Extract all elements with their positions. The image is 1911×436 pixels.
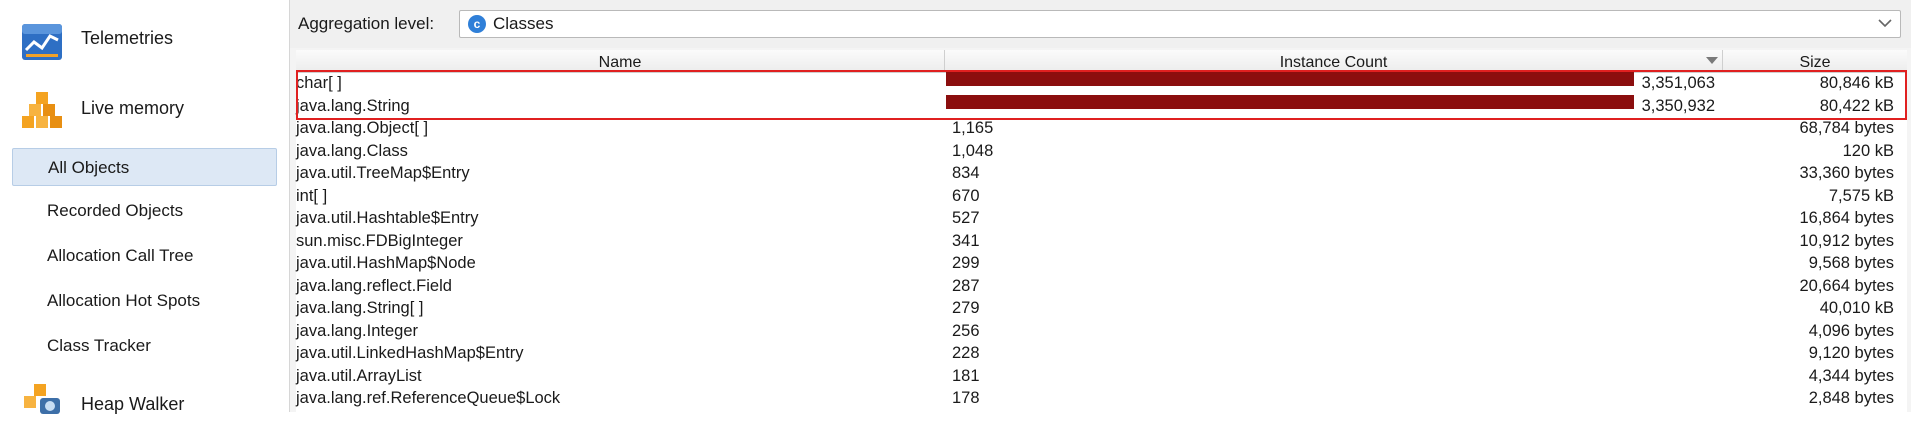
cell-name: java.lang.Object[ ] bbox=[296, 119, 429, 137]
cell-name: java.lang.reflect.Field bbox=[296, 276, 452, 295]
sort-descending-icon bbox=[1706, 57, 1718, 64]
chevron-down-icon bbox=[1878, 19, 1892, 28]
table-row[interactable]: java.util.LinkedHashMap$Entry 228 9,120 by… bbox=[296, 342, 1907, 365]
cell-instance-count: 341 bbox=[952, 231, 980, 250]
cell-size: 9,568 bytes bbox=[1808, 254, 1894, 272]
main-panel: Aggregation level: c Classes Name Instan… bbox=[290, 0, 1911, 412]
cell-size: 16,864 bytes bbox=[1799, 209, 1895, 227]
cell-name: java.lang.String[ ] bbox=[296, 299, 424, 317]
cell-size: 120 kB bbox=[1842, 141, 1894, 160]
cell-instance-count: 178 bbox=[952, 389, 980, 407]
cell-size: 10,912 bytes bbox=[1799, 231, 1895, 250]
cell-name: sun.misc.FDBigInteger bbox=[296, 231, 463, 250]
table-row[interactable]: java.lang.Integer 256 4,096 bytes bbox=[296, 320, 1907, 343]
column-header-size[interactable]: Size bbox=[1723, 50, 1907, 72]
cell-size: 2,848 bytes bbox=[1808, 389, 1894, 407]
cell-size: 40,010 kB bbox=[1819, 299, 1894, 317]
instance-count-bar bbox=[946, 94, 1634, 109]
aggregation-level-select[interactable]: c Classes bbox=[459, 10, 1901, 38]
cell-name: java.lang.String bbox=[296, 96, 410, 115]
sidebar-item-all-objects[interactable]: All Objects bbox=[12, 148, 277, 186]
cell-name: java.lang.Class bbox=[296, 141, 408, 160]
sidebar-item-allocation-hot-spots[interactable]: Allocation Hot Spots bbox=[12, 282, 277, 320]
cell-instance-count: 287 bbox=[952, 276, 980, 295]
cell-instance-count: 279 bbox=[952, 299, 980, 317]
cell-size: 7,575 kB bbox=[1828, 186, 1894, 205]
cell-size: 20,664 bytes bbox=[1799, 276, 1895, 295]
cell-name: char[ ] bbox=[296, 74, 342, 92]
table-row[interactable]: java.util.HashMap$Node 299 9,568 bytes bbox=[296, 252, 1907, 275]
cell-name: java.util.TreeMap$Entry bbox=[296, 164, 470, 182]
cell-instance-count: 1,165 bbox=[952, 119, 994, 137]
cell-name: int[ ] bbox=[296, 186, 328, 205]
live-memory-label: Live memory bbox=[81, 98, 185, 118]
cell-name: java.util.Hashtable$Entry bbox=[296, 209, 479, 227]
cell-size: 33,360 bytes bbox=[1799, 164, 1895, 182]
table-row[interactable]: java.lang.Class 1,048 120 kB bbox=[296, 140, 1907, 163]
table-row[interactable]: java.lang.ref.ReferenceQueue$Lock 178 2,84… bbox=[296, 387, 1907, 410]
sidebar: Telemetries Live memory All Objects Reco… bbox=[0, 0, 290, 414]
cell-name: java.lang.Integer bbox=[296, 321, 419, 340]
table-row[interactable]: java.util.TreeMap$Entry 834 33,360 bytes bbox=[296, 162, 1907, 185]
table-row[interactable]: java.lang.String 3,350,932 80,422 kB bbox=[296, 94, 1907, 118]
table-row[interactable]: java.lang.reflect.Field 287 20,664 bytes bbox=[296, 275, 1907, 298]
telemetry-chart-icon bbox=[22, 24, 62, 60]
memory-blocks-icon bbox=[22, 92, 62, 128]
table-header: Name Instance Count Size bbox=[296, 50, 1907, 73]
table-row[interactable]: java.lang.Object[ ] 1,165 68,784 bytes bbox=[296, 117, 1907, 140]
cell-name: java.util.LinkedHashMap$Entry bbox=[296, 344, 524, 362]
instance-count-bar bbox=[946, 72, 1634, 86]
table-row[interactable]: sun.misc.FDBigInteger 341 10,912 bytes bbox=[296, 230, 1907, 253]
heap-walker-icon bbox=[24, 384, 60, 414]
aggregation-level-value: Classes bbox=[493, 14, 554, 33]
cell-instance-count: 3,350,932 bbox=[1641, 96, 1715, 115]
telemetries-label: Telemetries bbox=[81, 28, 174, 48]
table-row[interactable]: java.lang.String[ ] 279 40,010 kB bbox=[296, 297, 1907, 320]
heap-walker-label: Heap Walker bbox=[81, 394, 185, 414]
cell-instance-count: 670 bbox=[952, 186, 980, 205]
table-row[interactable]: char[ ] 3,351,063 80,846 kB bbox=[296, 72, 1907, 95]
column-header-name[interactable]: Name bbox=[296, 50, 945, 72]
section-live-memory[interactable]: Live memory bbox=[0, 76, 289, 140]
cell-instance-count: 1,048 bbox=[952, 141, 994, 160]
aggregation-level-label: Aggregation level: bbox=[298, 14, 435, 33]
sidebar-item-class-tracker[interactable]: Class Tracker bbox=[12, 327, 277, 365]
cell-size: 80,422 kB bbox=[1819, 96, 1894, 115]
sidebar-item-allocation-call-tree[interactable]: Allocation Call Tree bbox=[12, 237, 277, 275]
cell-instance-count: 3,351,063 bbox=[1641, 74, 1715, 92]
aggregation-toolbar: Aggregation level: c Classes bbox=[290, 0, 1911, 48]
class-c-icon: c bbox=[468, 15, 486, 33]
objects-table: Name Instance Count Size char[ ] 3,351,06… bbox=[296, 50, 1907, 412]
table-row[interactable]: java.util.Hashtable$Entry 527 16,864 bytes bbox=[296, 207, 1907, 230]
cell-size: 80,846 kB bbox=[1819, 74, 1894, 92]
cell-size: 9,120 bytes bbox=[1808, 344, 1894, 362]
sidebar-item-recorded-objects[interactable]: Recorded Objects bbox=[12, 192, 277, 230]
cell-name: java.util.ArrayList bbox=[296, 366, 422, 385]
table-row[interactable]: java.util.ArrayList 181 4,344 bytes bbox=[296, 365, 1907, 388]
section-telemetries[interactable]: Telemetries bbox=[0, 6, 289, 70]
table-body: char[ ] 3,351,063 80,846 kB java.lang.Strin… bbox=[296, 72, 1907, 410]
cell-name: java.util.HashMap$Node bbox=[296, 254, 476, 272]
cell-size: 4,344 bytes bbox=[1808, 366, 1894, 385]
cell-instance-count: 256 bbox=[952, 321, 980, 340]
cell-instance-count: 834 bbox=[952, 164, 980, 182]
cell-instance-count: 228 bbox=[952, 344, 980, 362]
cell-instance-count: 527 bbox=[952, 209, 980, 227]
cell-instance-count: 181 bbox=[952, 366, 980, 385]
section-heap-walker[interactable]: Heap Walker bbox=[0, 372, 289, 436]
column-header-instance-count[interactable]: Instance Count bbox=[945, 50, 1723, 72]
cell-instance-count: 299 bbox=[952, 254, 980, 272]
table-row[interactable]: int[ ] 670 7,575 kB bbox=[296, 185, 1907, 208]
cell-size: 68,784 bytes bbox=[1799, 119, 1895, 137]
cell-size: 4,096 bytes bbox=[1808, 321, 1894, 340]
cell-name: java.lang.ref.ReferenceQueue$Lock bbox=[296, 389, 561, 407]
